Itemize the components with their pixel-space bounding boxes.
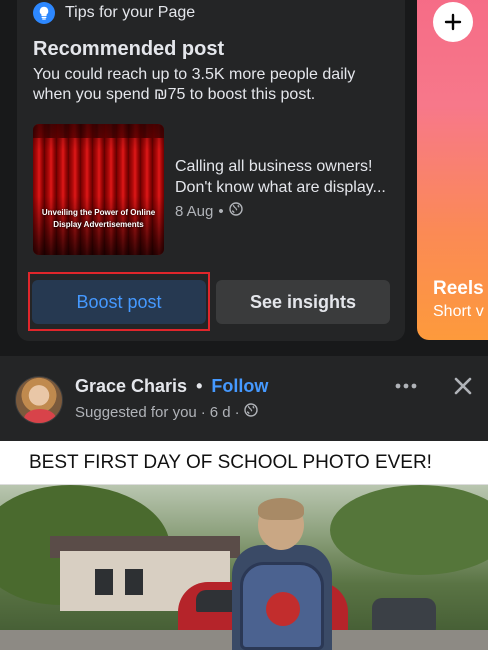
- close-icon[interactable]: [450, 373, 476, 399]
- boost-post-button[interactable]: Boost post: [32, 280, 206, 324]
- post-time[interactable]: 6 d: [210, 404, 231, 421]
- post-thumbnail[interactable]: Unveiling the Power of Online Display Ad…: [33, 124, 164, 255]
- follow-button[interactable]: Follow: [211, 376, 268, 397]
- globe-icon: [243, 403, 258, 421]
- feed-page: Tips for your Page Recommended post You …: [0, 0, 488, 650]
- post-subtitle: Suggested for you · 6 d ·: [75, 403, 258, 421]
- tips-header: Tips for your Page: [33, 2, 195, 24]
- recommended-post-title: Recommended post: [33, 38, 225, 60]
- more-horizontal-icon[interactable]: [393, 376, 419, 396]
- meme-caption: BEST FIRST DAY OF SCHOOL PHOTO EVER!: [0, 441, 488, 485]
- post-text-line1[interactable]: Calling all business owners!: [175, 158, 372, 176]
- tips-header-label: Tips for your Page: [65, 4, 196, 21]
- boy-hair: [258, 498, 304, 520]
- globe-icon: [228, 202, 243, 220]
- suggested-label: Suggested for you: [75, 403, 197, 421]
- post-text-line2[interactable]: Don't know what are display...: [175, 179, 390, 197]
- house-window: [95, 569, 113, 595]
- author-name[interactable]: Grace Charis: [75, 376, 187, 397]
- post-meta: 8 Aug •: [175, 202, 243, 220]
- author-separator: •: [196, 376, 203, 396]
- tips-card: Tips for your Page Recommended post You …: [17, 0, 405, 341]
- meta-separator: •: [218, 202, 224, 220]
- post-author-row: Grace Charis • Follow: [75, 376, 268, 397]
- avatar[interactable]: [15, 376, 63, 424]
- plus-icon[interactable]: [433, 2, 473, 42]
- recommended-post-description: You could reach up to 3.5K more people d…: [33, 66, 356, 103]
- subtitle-separator-2: ·: [234, 403, 240, 421]
- reels-subtitle: Short v: [433, 303, 484, 320]
- thumbnail-caption: Unveiling the Power of Online Display Ad…: [41, 208, 156, 229]
- see-insights-button[interactable]: See insights: [216, 280, 390, 324]
- subtitle-separator: ·: [200, 403, 206, 421]
- lightbulb-icon: [33, 2, 55, 24]
- thumbnail-shade: [33, 124, 164, 255]
- backpack-badge: [266, 592, 300, 626]
- post-date: 8 Aug: [175, 202, 214, 220]
- reels-title: Reels: [433, 278, 484, 299]
- avatar-shirt: [24, 409, 56, 423]
- house-window: [125, 569, 143, 595]
